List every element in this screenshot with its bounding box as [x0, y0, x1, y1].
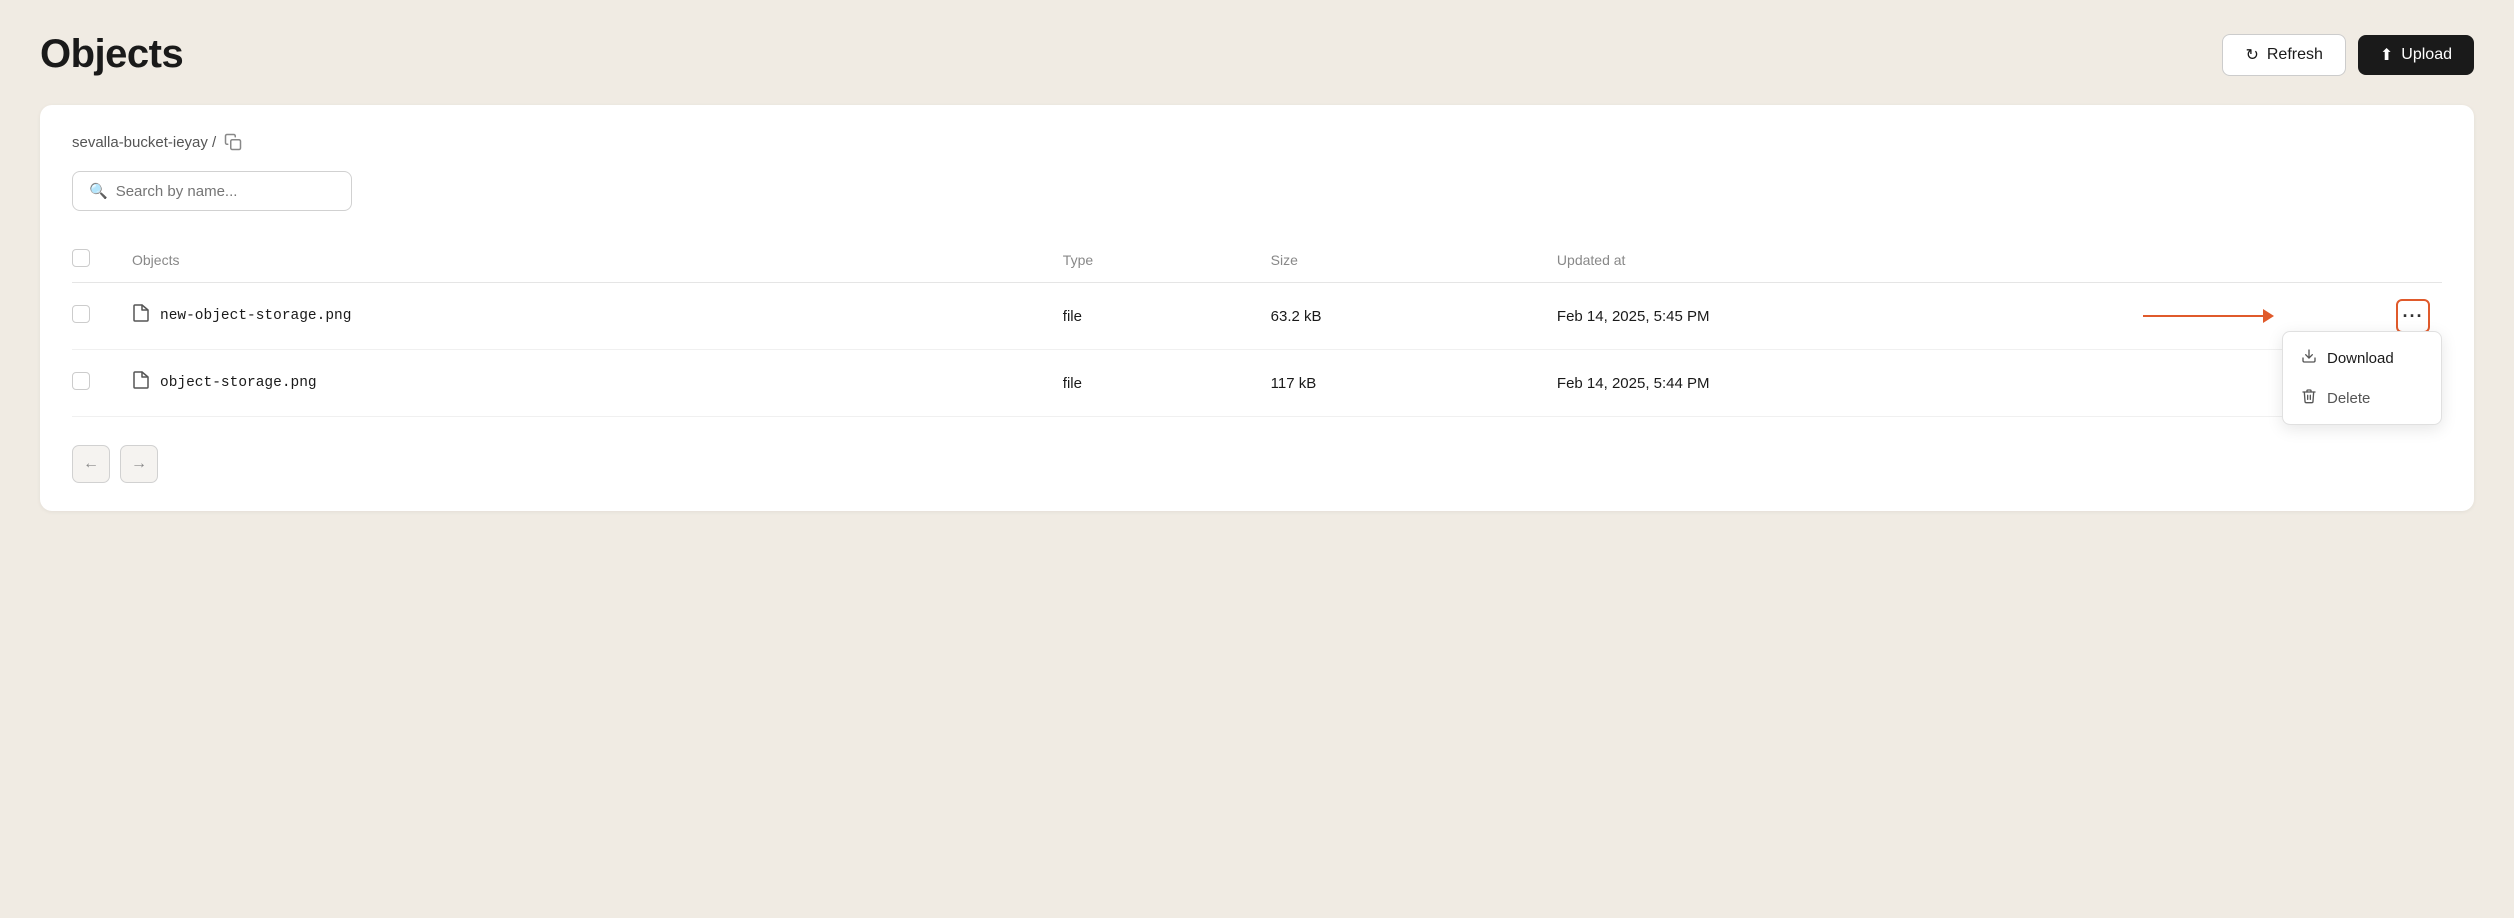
- row-type-cell: file: [1051, 350, 1259, 417]
- search-icon: 🔍: [89, 182, 108, 200]
- col-objects: Objects: [120, 239, 1051, 283]
- row-updated-cell: Feb 14, 2025, 5:45 PM: [1545, 283, 2220, 350]
- prev-page-button[interactable]: ←: [72, 445, 110, 483]
- page-title: Objects: [40, 32, 183, 77]
- row-checkbox-cell: [72, 283, 120, 350]
- dropdown-menu: Download: [2282, 331, 2442, 425]
- search-bar: 🔍: [72, 171, 352, 211]
- row-checkbox[interactable]: [72, 305, 90, 323]
- prev-icon: ←: [83, 455, 99, 473]
- next-page-button[interactable]: →: [120, 445, 158, 483]
- row-type-cell: file: [1051, 283, 1259, 350]
- file-icon: [132, 370, 150, 396]
- pagination: ← →: [72, 445, 2442, 483]
- arrow-line: [2143, 315, 2263, 318]
- select-all-checkbox[interactable]: [72, 249, 90, 267]
- header-actions: ↻ Refresh ⬆ Upload: [2222, 34, 2474, 76]
- table-row: object-storage.png file 117 kB Feb 14, 2…: [72, 350, 2442, 417]
- next-icon: →: [131, 455, 147, 473]
- upload-button[interactable]: ⬆ Upload: [2358, 35, 2474, 75]
- arrow-head: [2263, 309, 2274, 323]
- row-checkbox[interactable]: [72, 372, 90, 390]
- upload-icon: ⬆: [2380, 45, 2393, 65]
- row-name-cell: new-object-storage.png: [120, 283, 1051, 350]
- refresh-button[interactable]: ↻ Refresh: [2222, 34, 2345, 76]
- main-panel: sevalla-bucket-ieyay / 🔍 Objects Type: [40, 105, 2474, 511]
- refresh-icon: ↻: [2245, 45, 2258, 65]
- download-menu-item[interactable]: Download: [2283, 338, 2441, 378]
- arrow-indicator: [2143, 309, 2274, 323]
- more-options-button[interactable]: ···: [2396, 299, 2430, 333]
- file-icon: [132, 303, 150, 329]
- breadcrumb-text: sevalla-bucket-ieyay /: [72, 134, 216, 151]
- delete-menu-item[interactable]: Delete: [2283, 378, 2441, 418]
- row-actions-cell: ···: [2220, 283, 2442, 350]
- trash-icon: [2301, 388, 2317, 408]
- col-actions: [2220, 239, 2442, 283]
- col-type: Type: [1051, 239, 1259, 283]
- row-name-cell: object-storage.png: [120, 350, 1051, 417]
- table-row: new-object-storage.png file 63.2 kB Feb …: [72, 283, 2442, 350]
- objects-table: Objects Type Size Updated at: [72, 239, 2442, 417]
- breadcrumb: sevalla-bucket-ieyay /: [72, 133, 2442, 151]
- col-updated-at: Updated at: [1545, 239, 2220, 283]
- copy-icon[interactable]: [224, 133, 242, 151]
- row-size-cell: 63.2 kB: [1259, 283, 1545, 350]
- download-icon: [2301, 348, 2317, 368]
- table-header-row: Objects Type Size Updated at: [72, 239, 2442, 283]
- page-header: Objects ↻ Refresh ⬆ Upload: [40, 32, 2474, 77]
- col-checkbox: [72, 239, 120, 283]
- row-updated-cell: Feb 14, 2025, 5:44 PM: [1545, 350, 2220, 417]
- col-size: Size: [1259, 239, 1545, 283]
- row-checkbox-cell: [72, 350, 120, 417]
- search-input[interactable]: [116, 183, 335, 200]
- row-size-cell: 117 kB: [1259, 350, 1545, 417]
